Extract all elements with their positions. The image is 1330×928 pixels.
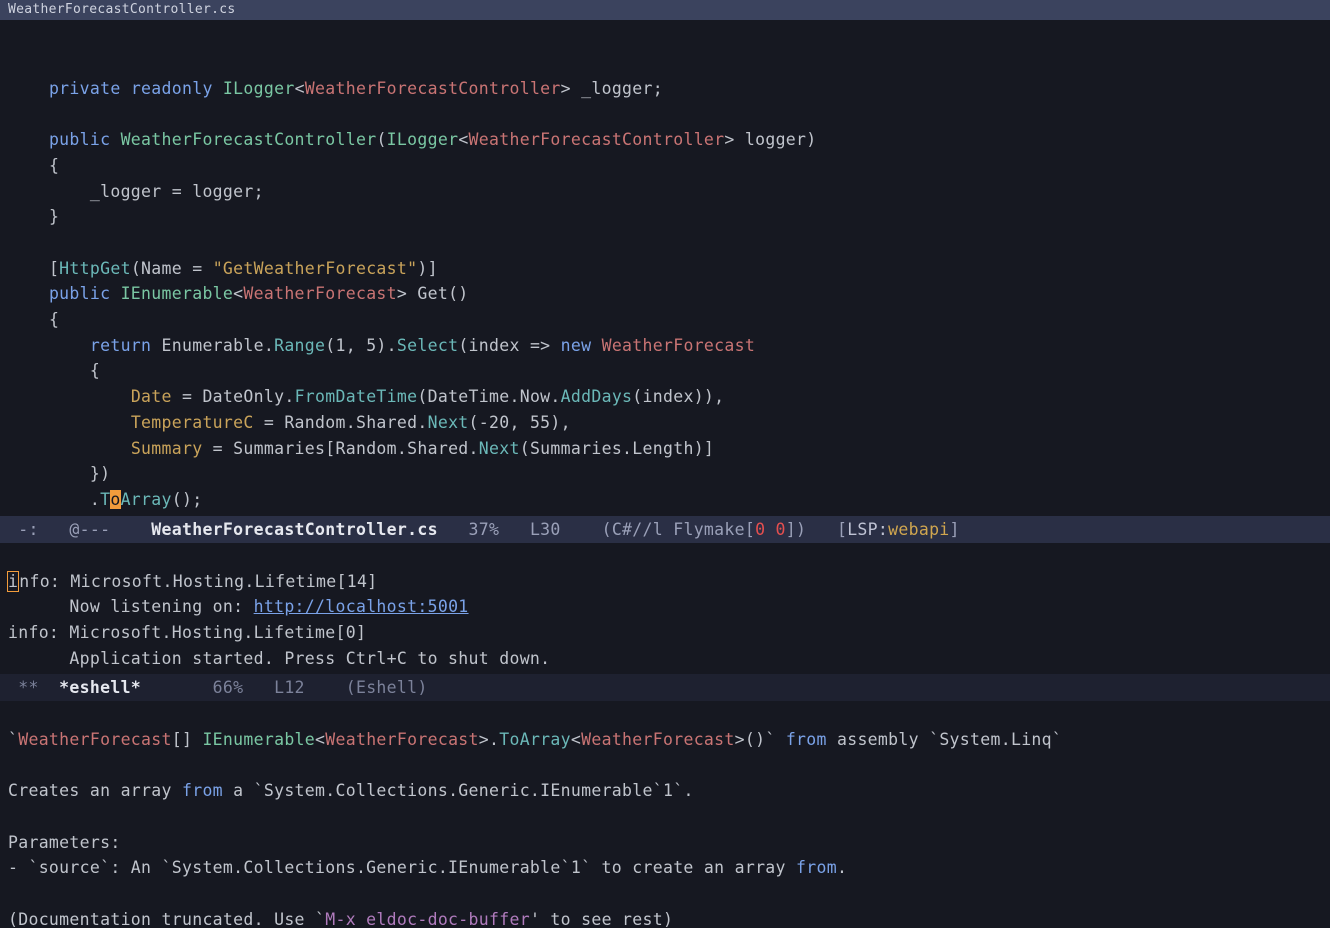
- doc-signature: `WeatherForecast[] IEnumerable<WeatherFo…: [8, 730, 1062, 749]
- doc-param-line: - `source`: An `System.Collections.Gener…: [8, 858, 847, 877]
- code-line: private readonly ILogger<WeatherForecast…: [8, 79, 663, 98]
- code-line: public IEnumerable<WeatherForecast> Get(…: [8, 284, 469, 303]
- code-line: Summary = Summaries[Random.Shared.Next(S…: [8, 439, 714, 458]
- code-line: .ToArray();: [8, 490, 202, 509]
- eshell-line: Application started. Press Ctrl+C to shu…: [8, 649, 550, 668]
- title-text: WeatherForecastController.cs: [8, 2, 236, 17]
- doc-description: Creates an array from a `System.Collecti…: [8, 781, 694, 800]
- text-cursor: o: [110, 490, 120, 509]
- code-line: public WeatherForecastController(ILogger…: [8, 130, 817, 149]
- code-editor[interactable]: private readonly ILogger<WeatherForecast…: [0, 26, 1330, 516]
- doc-truncated: (Documentation truncated. Use `M-x eldoc…: [8, 910, 673, 928]
- eshell-buffer[interactable]: info: Microsoft.Hosting.Lifetime[14] Now…: [0, 543, 1330, 674]
- code-line: [HttpGet(Name = "GetWeatherForecast")]: [8, 259, 438, 278]
- title-bar: WeatherForecastController.cs: [0, 0, 1330, 20]
- eshell-line: info: Microsoft.Hosting.Lifetime[14]: [8, 572, 377, 591]
- eldoc-buffer: `WeatherForecast[] IEnumerable<WeatherFo…: [0, 701, 1330, 928]
- doc-params-label: Parameters:: [8, 833, 121, 852]
- code-line: return Enumerable.Range(1, 5).Select(ind…: [8, 336, 755, 355]
- inactive-cursor: i: [7, 571, 19, 592]
- url-link[interactable]: http://localhost:5001: [254, 597, 469, 616]
- code-line: Date = DateOnly.FromDateTime(DateTime.No…: [8, 387, 724, 406]
- code-line: _logger = logger;: [8, 182, 264, 201]
- mode-line-primary: -: @--- WeatherForecastController.cs 37%…: [0, 516, 1330, 543]
- code-line: {: [8, 310, 59, 329]
- code-line: TemperatureC = Random.Shared.Next(-20, 5…: [8, 413, 571, 432]
- code-line: {: [8, 156, 59, 175]
- code-line: {: [8, 361, 100, 380]
- mode-line-secondary: ** *eshell* 66% L12 (Eshell): [0, 674, 1330, 701]
- eshell-line: info: Microsoft.Hosting.Lifetime[0]: [8, 623, 366, 642]
- eshell-line: Now listening on: http://localhost:5001: [8, 597, 469, 616]
- code-line: }): [8, 464, 110, 483]
- code-line: }: [8, 207, 59, 226]
